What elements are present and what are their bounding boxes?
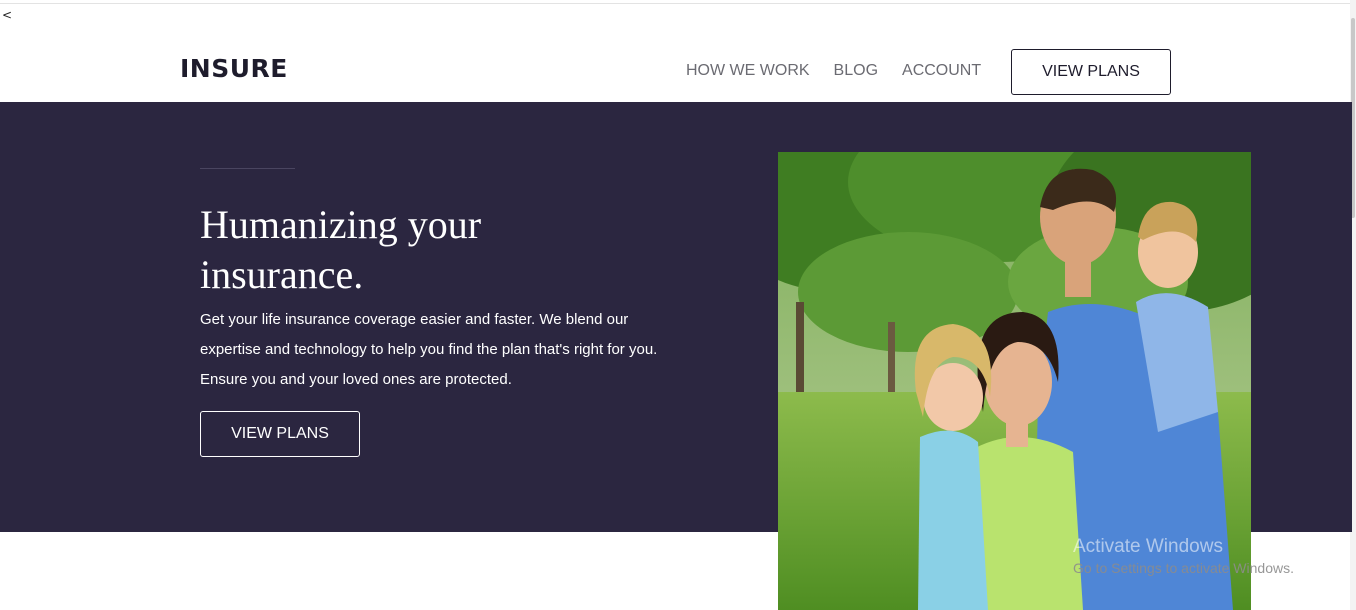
hero-description: Get your life insurance coverage easier … (200, 311, 658, 388)
hero-title: Humanizing your insurance. (200, 202, 482, 297)
main-nav: HOW WE WORK BLOG ACCOUNT (686, 62, 981, 80)
activate-windows-watermark-subtitle: Go to Settings to activate Windows. (1073, 560, 1294, 576)
activate-windows-watermark-title: Activate Windows (1073, 536, 1223, 557)
logo[interactable]: INSURE (180, 54, 288, 83)
stray-character: < (2, 8, 13, 22)
nav-link-how-we-work[interactable]: HOW WE WORK (686, 62, 810, 80)
top-rule (0, 3, 1356, 4)
hero-view-plans-button[interactable]: VIEW PLANS (200, 411, 360, 457)
hero-accent-line (200, 168, 295, 169)
header-view-plans-button[interactable]: VIEW PLANS (1011, 49, 1171, 95)
nav-link-account[interactable]: ACCOUNT (902, 62, 981, 80)
nav-link-blog[interactable]: BLOG (834, 62, 878, 80)
